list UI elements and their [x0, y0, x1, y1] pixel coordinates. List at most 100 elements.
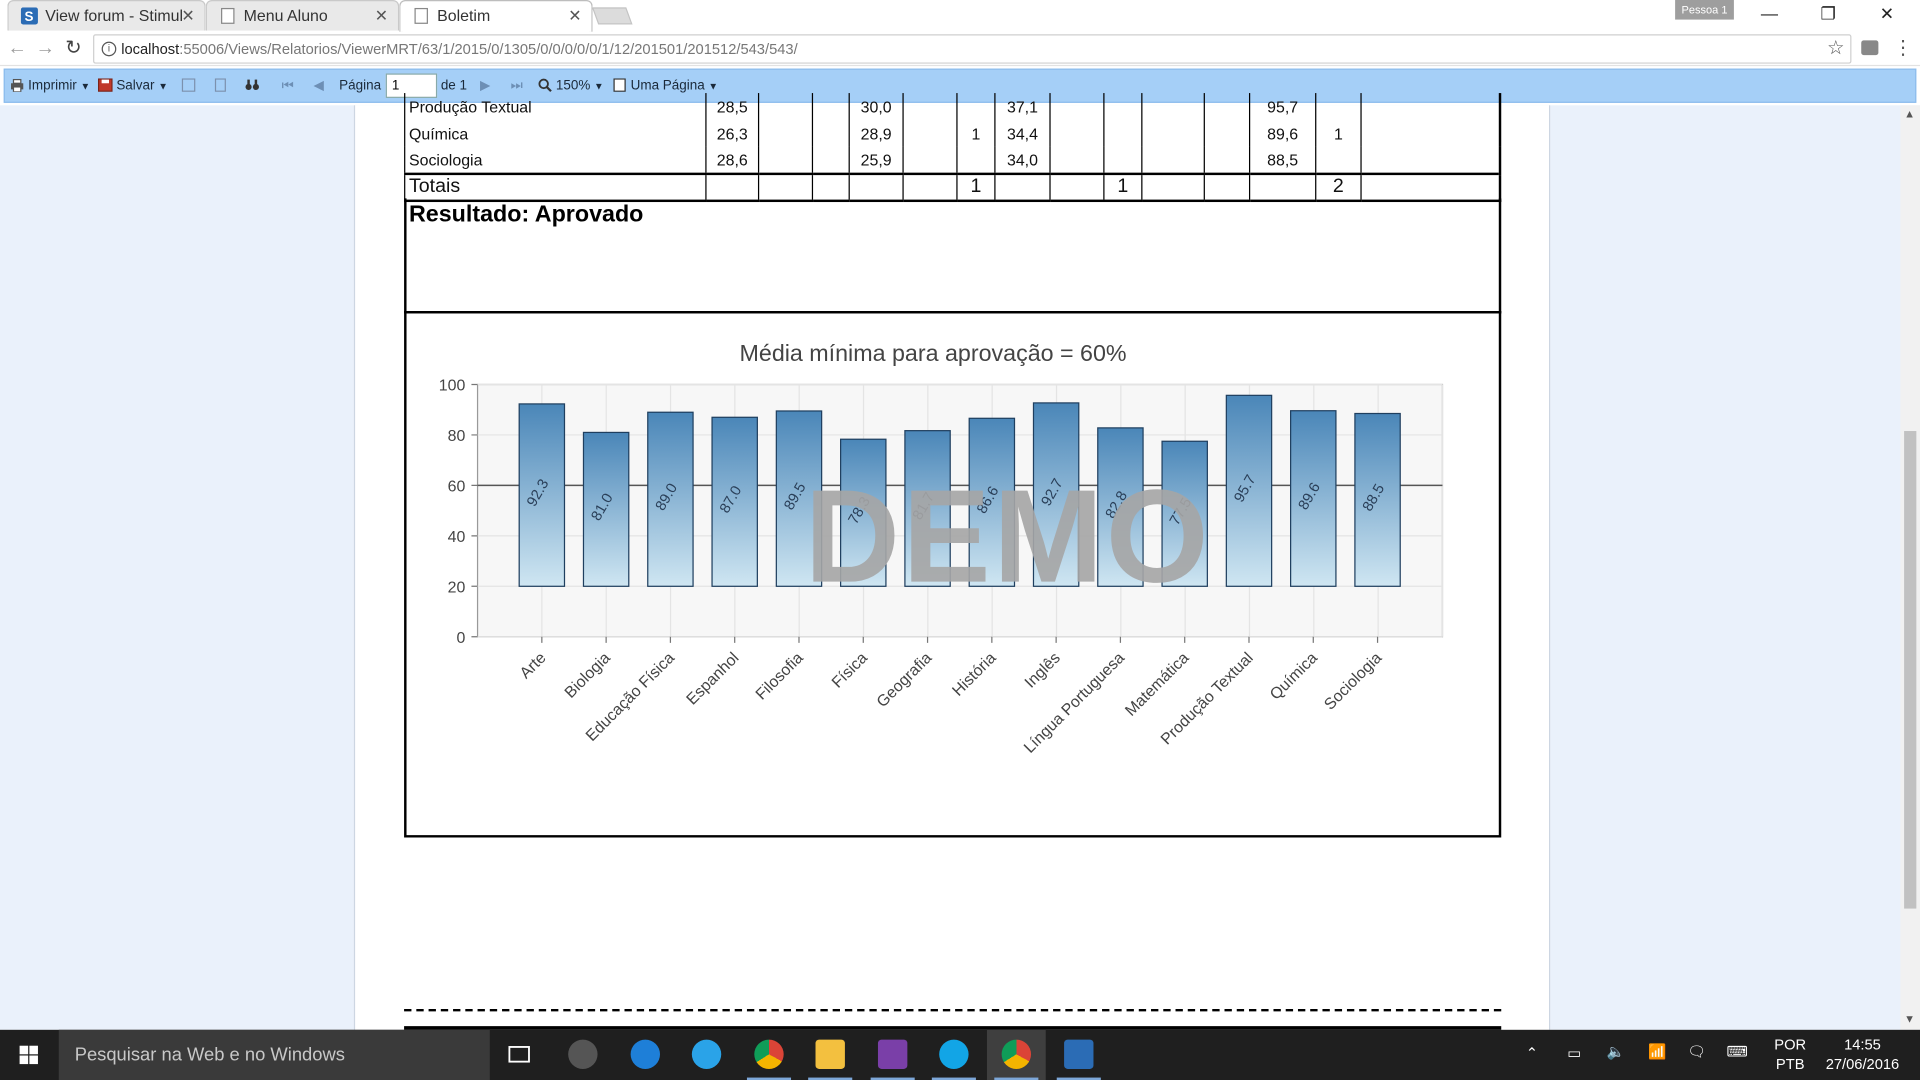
task-view-button[interactable]	[490, 1030, 549, 1080]
scroll-down-icon[interactable]: ▼	[1904, 1013, 1915, 1025]
grade-cell	[902, 93, 957, 121]
taskbar-app-stimulsoft[interactable]	[1049, 1030, 1108, 1080]
chevron-down-icon: ▼	[158, 80, 168, 92]
x-tick-label: Matemática	[1122, 649, 1192, 719]
lang-layout: PTB	[1775, 1055, 1805, 1073]
totals-label: Totais	[404, 172, 706, 203]
taskbar-search[interactable]: Pesquisar na Web e no Windows	[58, 1029, 490, 1080]
grade-cell	[757, 120, 813, 147]
grade-cell	[902, 146, 957, 174]
address-bar[interactable]: i localhost:55006/Views/Relatorios/Viewe…	[93, 34, 1852, 64]
previous-page-icon[interactable]: ◀	[313, 78, 323, 94]
page-icon	[221, 7, 235, 24]
notification-icon[interactable]: 🗨	[1687, 1043, 1706, 1080]
x-tick-label: Biologia	[562, 649, 614, 701]
grade-cell: 95,7	[1248, 93, 1316, 121]
page-icon	[414, 7, 428, 24]
grade-cell	[1103, 93, 1142, 121]
internet-explorer-icon	[691, 1039, 722, 1069]
find-button[interactable]	[245, 78, 263, 94]
volume-icon[interactable]: 🔈	[1607, 1043, 1625, 1080]
close-icon[interactable]: ✕	[568, 1, 581, 30]
vertical-scrollbar[interactable]: ▲ ▼	[1900, 105, 1920, 1030]
grade-cell	[1360, 93, 1501, 121]
back-icon[interactable]: ←	[5, 37, 29, 61]
grades-chart: Média mínima para aprovação = 60% 0 20 40 60…	[404, 311, 1502, 838]
bookmark-star-icon[interactable]: ☆	[1827, 36, 1845, 60]
wifi-icon[interactable]: 📶	[1648, 1043, 1666, 1080]
minimize-icon[interactable]: —	[1741, 0, 1797, 29]
grade-cell	[1203, 146, 1250, 174]
grade-cell: 28,9	[848, 120, 904, 147]
bookmarks-button[interactable]	[181, 78, 199, 94]
grade-cell: 30,0	[848, 93, 904, 121]
thumbnails-button[interactable]	[213, 78, 231, 94]
keyboard-icon[interactable]: ⌨	[1727, 1043, 1748, 1080]
y-tick-label: 60	[448, 479, 466, 496]
first-page-icon[interactable]: ⏮	[282, 78, 294, 94]
restore-icon[interactable]: ❐	[1800, 0, 1856, 29]
extension-icon[interactable]	[1861, 40, 1879, 56]
zoom-button[interactable]: 150% ▼	[538, 78, 604, 94]
grade-cell	[1103, 120, 1142, 147]
tab-boletim[interactable]: Boletim ✕	[399, 0, 593, 32]
system-clock[interactable]: 14:55 27/06/2016	[1810, 1035, 1915, 1074]
input-language[interactable]: POR PTB	[1771, 1035, 1810, 1074]
profile-button[interactable]: Pessoa 1	[1675, 0, 1734, 20]
scrollbar-thumb[interactable]	[1904, 431, 1917, 909]
x-tick-label: Arte	[517, 649, 550, 682]
forward-icon[interactable]: →	[33, 37, 57, 61]
url-path: :55006/Views/Relatorios/ViewerMRT/63/1/2…	[179, 40, 798, 58]
grade-cell	[1049, 146, 1104, 174]
tab-view-forum[interactable]: S View forum - Stimul ✕	[7, 0, 206, 31]
taskbar-app-edge[interactable]	[616, 1030, 675, 1080]
grade-cell: 25,9	[848, 146, 904, 174]
grade-cell	[757, 146, 813, 174]
browser-menu-icon[interactable]: ⋮	[1893, 36, 1913, 60]
show-hidden-icons[interactable]: ⌃	[1526, 1044, 1538, 1080]
scroll-up-icon[interactable]: ▲	[1904, 108, 1915, 120]
grade-cell	[1360, 146, 1501, 174]
save-button[interactable]: Salvar ▼	[97, 78, 168, 94]
start-button[interactable]	[0, 1030, 59, 1080]
clock-date: 27/06/2016	[1825, 1055, 1900, 1073]
grade-cell	[1049, 93, 1104, 121]
screen: S View forum - Stimul ✕ Menu Aluno ✕ Bol…	[0, 0, 1920, 1080]
y-tick-label: 100	[439, 378, 466, 395]
print-label: Imprimir	[28, 78, 77, 94]
battery-icon[interactable]: ▭	[1567, 1044, 1581, 1080]
reload-icon[interactable]: ↻	[61, 37, 85, 61]
thumbnails-icon	[214, 78, 226, 92]
task-view-icon	[508, 1046, 530, 1063]
info-icon[interactable]: i	[101, 41, 117, 57]
grade-cell: 37,1	[994, 93, 1051, 121]
close-icon[interactable]: ✕	[181, 1, 194, 30]
taskbar-app-tool[interactable]	[553, 1030, 612, 1080]
taskbar-app-explorer[interactable]	[801, 1030, 860, 1080]
grade-cell	[1141, 146, 1205, 174]
folder-icon	[815, 1039, 845, 1069]
grade-cell: 1	[956, 120, 995, 147]
last-page-icon[interactable]: ⏭	[511, 78, 523, 94]
new-tab-button[interactable]	[591, 7, 633, 25]
x-tick-label: Química	[1267, 649, 1321, 703]
totals-cell: 2	[1315, 172, 1362, 203]
close-icon[interactable]: ✕	[375, 1, 388, 30]
grade-cell	[1103, 146, 1142, 174]
next-page-icon[interactable]: ▶	[480, 78, 490, 94]
grade-cell: 28,6	[705, 146, 759, 174]
tab-menu-aluno[interactable]: Menu Aluno ✕	[205, 0, 400, 31]
grade-cell: 88,5	[1248, 146, 1316, 174]
taskbar-app-ie[interactable]	[677, 1030, 736, 1080]
taskbar-app-visual-studio[interactable]	[863, 1030, 922, 1080]
window-close-icon[interactable]: ✕	[1859, 0, 1915, 29]
magnifier-icon	[538, 78, 552, 92]
print-button[interactable]: Imprimir ▼	[10, 78, 90, 94]
taskbar-app-chrome[interactable]	[740, 1030, 799, 1080]
view-mode-button[interactable]: Uma Página ▼	[612, 78, 718, 94]
chrome-icon	[754, 1039, 784, 1069]
printer-icon	[11, 78, 24, 92]
save-label: Salvar	[116, 78, 155, 94]
taskbar-app-skype[interactable]	[924, 1030, 983, 1080]
taskbar-app-chrome-active[interactable]	[986, 1029, 1046, 1080]
